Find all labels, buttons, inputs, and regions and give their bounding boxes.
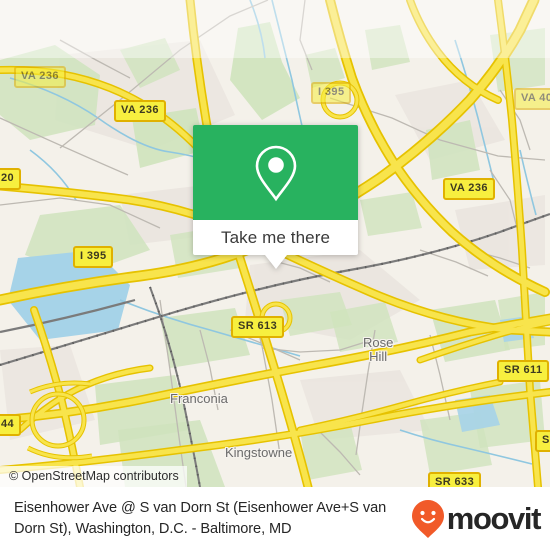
footer-content: Eisenhower Ave @ S van Dorn St (Eisenhow… xyxy=(0,487,550,550)
route-shield: SR xyxy=(535,430,550,452)
callout-header xyxy=(193,125,358,220)
route-shield: 44 xyxy=(0,414,22,436)
callout-action-bar[interactable]: Take me there xyxy=(193,220,358,269)
callout-tail xyxy=(264,255,287,269)
station-title: Eisenhower Ave @ S van Dorn St (Eisenhow… xyxy=(14,500,387,537)
route-shield: VA 236 xyxy=(114,100,166,122)
moovit-smiley-pin-icon xyxy=(411,499,444,538)
take-me-there-label: Take me there xyxy=(220,227,331,247)
route-shield: SR 613 xyxy=(231,316,285,338)
moovit-logo[interactable]: moovit xyxy=(411,499,542,539)
route-shield: VA 236 xyxy=(443,178,495,200)
screenshot-root: VA 236 I 395 VA 402 VA 236 20 VA 236 I 395 SR 6… xyxy=(0,0,550,550)
osm-attribution[interactable]: © OpenStreetMap contributors xyxy=(0,466,187,487)
route-shield: SR 611 xyxy=(497,360,550,382)
footer-bar: Eisenhower Ave @ S van Dorn St (Eisenhow… xyxy=(0,487,550,550)
destination-callout[interactable]: Take me there xyxy=(193,125,358,269)
route-shield: VA 402 xyxy=(514,88,550,110)
route-shield: I 395 xyxy=(311,82,352,104)
moovit-wordmark: moovit xyxy=(446,500,542,536)
map-viewport[interactable]: VA 236 I 395 VA 402 VA 236 20 VA 236 I 395 SR 6… xyxy=(0,0,550,487)
route-shield: 20 xyxy=(0,168,22,190)
location-pin-icon xyxy=(255,145,296,201)
route-shield: I 395 xyxy=(73,246,114,268)
route-shield: VA 236 xyxy=(14,66,66,88)
route-shield: SR 633 xyxy=(428,472,482,487)
